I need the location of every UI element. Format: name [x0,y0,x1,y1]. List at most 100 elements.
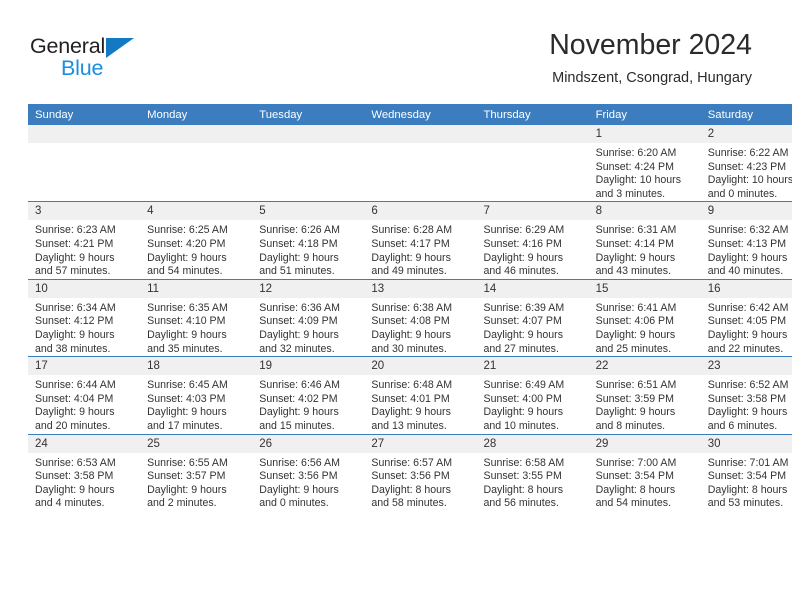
day-info-line: and 51 minutes. [259,265,335,278]
day-info-line: Sunrise: 6:26 AM [259,224,340,237]
day-info-line: Sunset: 4:12 PM [35,315,114,328]
day-info: Sunrise: 6:25 AM Sunset: 4:20 PM Daylight:… [140,220,252,278]
calendar-week-row: 17 Sunrise: 6:44 AM Sunset: 4:04 PM Dayligh… [28,356,792,434]
day-info: Sunrise: 6:56 AM Sunset: 3:56 PM Daylight:… [252,453,364,511]
day-number: 22 [588,357,701,376]
day-info-line: Sunset: 4:09 PM [259,315,338,328]
day-info-line: Daylight: 9 hours [483,406,564,419]
calendar-day-cell[interactable]: 10 Sunrise: 6:34 AM Sunset: 4:12 PM Dayligh… [28,278,141,357]
day-info-line: Sunrise: 6:22 AM [707,147,789,159]
calendar-day-cell[interactable]: 25 Sunrise: 6:55 AM Sunset: 3:57 PM Dayligh… [140,433,253,511]
day-number [252,125,365,143]
calendar-day-cell[interactable]: 22 Sunrise: 6:51 AM Sunset: 3:59 PM Dayligh… [588,356,701,434]
day-info: Sunrise: 6:55 AM Sunset: 3:57 PM Daylight:… [140,453,252,511]
calendar-day-cell[interactable]: 28 Sunrise: 6:58 AM Sunset: 3:55 PM Dayligh… [476,433,589,511]
weekday-header-thursday: Thursday [476,104,589,125]
day-number [28,125,141,143]
calendar-day-cell[interactable]: 6 Sunrise: 6:28 AM Sunset: 4:17 PM Daylight… [364,201,477,280]
day-info: Sunrise: 6:57 AM Sunset: 3:56 PM Daylight:… [364,453,476,511]
day-info: Sunrise: 6:48 AM Sunset: 4:01 PM Daylight:… [364,375,476,433]
calendar-day-cell[interactable]: 16 Sunrise: 6:42 AM Sunset: 4:05 PM Dayligh… [700,278,792,357]
weekday-header-friday: Friday [588,104,701,125]
calendar-day-cell[interactable]: 12 Sunrise: 6:36 AM Sunset: 4:09 PM Dayligh… [252,278,365,357]
calendar-day-cell[interactable]: 9 Sunrise: 6:32 AM Sunset: 4:13 PM Daylight… [700,201,792,280]
calendar-cell-empty [476,125,589,202]
day-info-line: and 2 minutes. [147,497,217,510]
calendar-day-cell[interactable]: 27 Sunrise: 6:57 AM Sunset: 3:56 PM Dayligh… [364,433,477,511]
calendar-day-cell[interactable]: 7 Sunrise: 6:29 AM Sunset: 4:16 PM Daylight… [476,201,589,280]
day-number: 6 [364,202,477,221]
page-subtitle: Mindszent, Csongrad, Hungary [552,70,752,86]
day-info: Sunrise: 6:52 AM Sunset: 3:58 PM Daylight:… [701,375,792,433]
day-info-line: Sunrise: 6:36 AM [259,301,340,314]
day-info-line: Daylight: 9 hours [147,251,227,264]
day-number: 8 [588,202,701,221]
day-number: 30 [700,434,792,453]
day-info-line: Daylight: 9 hours [147,406,227,419]
day-info-line: Sunset: 4:10 PM [147,315,226,328]
day-info-line: Daylight: 9 hours [259,406,339,419]
calendar-page: General Blue November 2024 Mindszent, Cs… [0,0,792,612]
day-number: 25 [140,434,253,453]
day-info-line: and 49 minutes. [371,265,447,278]
page-header: General Blue November 2024 Mindszent, Cs… [0,0,792,100]
day-info-line: Sunrise: 6:52 AM [707,379,789,392]
weekday-header-saturday: Saturday [700,104,792,125]
calendar-day-cell[interactable]: 8 Sunrise: 6:31 AM Sunset: 4:14 PM Daylight… [588,201,701,280]
day-info: Sunrise: 6:32 AM Sunset: 4:13 PM Daylight:… [701,220,792,278]
day-info: Sunrise: 6:35 AM Sunset: 4:10 PM Daylight:… [140,298,252,356]
day-info-line: Sunrise: 6:38 AM [371,301,453,314]
day-info-line: and 0 minutes. [707,187,778,200]
calendar-day-cell[interactable]: 2 Sunrise: 6:22 AM Sunset: 4:23 PM Daylight… [700,125,792,202]
day-info-line: and 17 minutes. [147,419,223,432]
calendar-day-cell[interactable]: 15 Sunrise: 6:41 AM Sunset: 4:06 PM Dayligh… [588,278,701,357]
calendar-day-cell[interactable]: 29 Sunrise: 7:00 AM Sunset: 3:54 PM Dayligh… [588,433,701,511]
calendar-cell-empty [28,125,141,202]
calendar-day-cell[interactable]: 17 Sunrise: 6:44 AM Sunset: 4:04 PM Dayligh… [28,356,141,434]
calendar-day-cell[interactable]: 13 Sunrise: 6:38 AM Sunset: 4:08 PM Dayligh… [364,278,477,357]
page-title: November 2024 [549,29,752,61]
calendar-day-cell[interactable]: 1 Sunrise: 6:20 AM Sunset: 4:24 PM Daylight… [588,125,701,202]
day-number [364,125,477,143]
calendar-day-cell[interactable]: 23 Sunrise: 6:52 AM Sunset: 3:58 PM Dayligh… [700,356,792,434]
day-info-line: Sunset: 3:54 PM [595,470,674,483]
day-info-line: and 35 minutes. [147,342,223,355]
calendar-day-cell[interactable]: 5 Sunrise: 6:26 AM Sunset: 4:18 PM Daylight… [252,201,365,280]
calendar-day-cell[interactable]: 4 Sunrise: 6:25 AM Sunset: 4:20 PM Daylight… [140,201,253,280]
brand-logo[interactable]: General Blue [30,34,160,86]
day-info-line: Sunrise: 6:41 AM [595,301,677,314]
day-info-line: Daylight: 9 hours [371,251,451,264]
calendar-day-cell[interactable]: 18 Sunrise: 6:45 AM Sunset: 4:03 PM Dayligh… [140,356,253,434]
day-number: 23 [700,357,792,376]
day-number: 15 [588,279,701,298]
day-info-line: Sunset: 4:00 PM [483,392,562,405]
calendar-day-cell[interactable]: 24 Sunrise: 6:53 AM Sunset: 3:58 PM Dayligh… [28,433,141,511]
day-number: 1 [588,125,701,143]
day-info-line: Sunrise: 6:35 AM [147,301,228,314]
calendar-day-cell[interactable]: 14 Sunrise: 6:39 AM Sunset: 4:07 PM Dayligh… [476,278,589,357]
day-info-line: Sunset: 4:16 PM [483,237,562,250]
calendar-day-cell[interactable]: 19 Sunrise: 6:46 AM Sunset: 4:02 PM Dayligh… [252,356,365,434]
calendar-day-cell[interactable]: 11 Sunrise: 6:35 AM Sunset: 4:10 PM Dayligh… [140,278,253,357]
calendar-day-cell[interactable]: 30 Sunrise: 7:01 AM Sunset: 3:54 PM Dayligh… [700,433,792,511]
day-info-line: Daylight: 9 hours [483,251,564,264]
day-info-line: Sunrise: 6:31 AM [595,224,677,237]
calendar-day-cell[interactable]: 26 Sunrise: 6:56 AM Sunset: 3:56 PM Dayligh… [252,433,365,511]
day-info-line: Daylight: 9 hours [595,406,676,419]
day-info-line: Sunset: 4:02 PM [259,392,338,405]
day-number: 21 [476,357,589,376]
day-info-line: Daylight: 9 hours [35,406,115,419]
day-info-line: Sunset: 4:01 PM [371,392,450,405]
calendar-cell-empty [364,125,477,202]
calendar-day-cell[interactable]: 3 Sunrise: 6:23 AM Sunset: 4:21 PM Daylight… [28,201,141,280]
day-number: 7 [476,202,589,221]
day-info-line: Sunrise: 6:44 AM [35,379,116,392]
day-info-line: and 38 minutes. [35,342,111,355]
day-number: 20 [364,357,477,376]
calendar-day-cell[interactable]: 21 Sunrise: 6:49 AM Sunset: 4:00 PM Dayligh… [476,356,589,434]
day-info-line: Sunrise: 6:57 AM [371,456,453,469]
day-info-line: Sunset: 4:24 PM [595,160,674,173]
calendar-day-cell[interactable]: 20 Sunrise: 6:48 AM Sunset: 4:01 PM Dayligh… [364,356,477,434]
day-info: Sunrise: 6:51 AM Sunset: 3:59 PM Daylight:… [589,375,701,433]
day-info-line: Sunset: 4:18 PM [259,237,338,250]
